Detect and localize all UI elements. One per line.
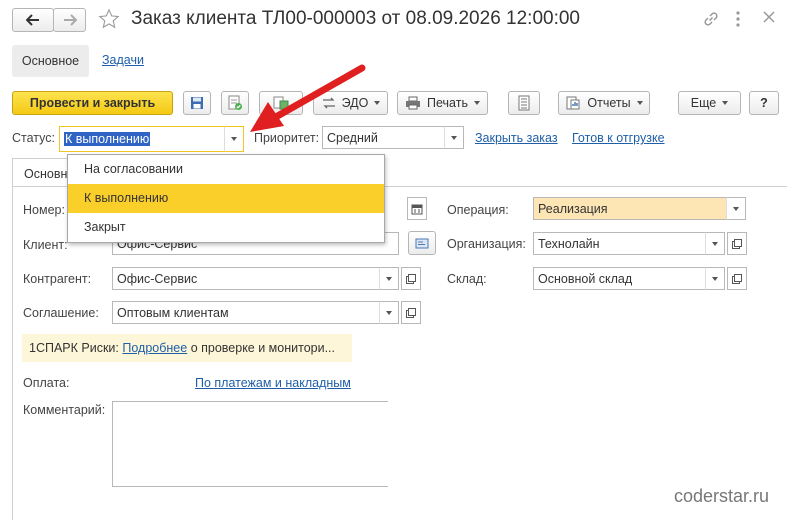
priority-dropdown-button[interactable] bbox=[444, 126, 464, 149]
star-icon bbox=[98, 8, 120, 29]
tab-main[interactable]: Основное bbox=[12, 45, 89, 77]
open-icon bbox=[406, 307, 416, 318]
organization-open-button[interactable] bbox=[727, 232, 747, 255]
agreement-label: Соглашение: bbox=[23, 306, 99, 320]
report-icon bbox=[566, 96, 580, 110]
spark-details-link[interactable]: Подробнее bbox=[122, 341, 187, 355]
reports-label: Отчеты bbox=[587, 96, 631, 110]
card-icon bbox=[415, 238, 429, 248]
close-button[interactable] bbox=[762, 10, 780, 28]
payment-link[interactable]: По платежам и накладным bbox=[195, 376, 351, 390]
copy-link-button[interactable] bbox=[702, 10, 720, 28]
operation-dropdown-button[interactable] bbox=[726, 197, 746, 220]
organization-label: Организация: bbox=[447, 237, 526, 251]
forward-button[interactable] bbox=[53, 8, 86, 32]
agreement-field[interactable]: Оптовым клиентам bbox=[112, 301, 380, 324]
agreement-open-button[interactable] bbox=[401, 301, 421, 324]
warehouse-open-button[interactable] bbox=[727, 267, 747, 290]
number-label: Номер: bbox=[23, 203, 65, 217]
organization-dropdown-button[interactable] bbox=[705, 232, 725, 255]
comment-label: Комментарий: bbox=[23, 403, 106, 417]
organization-field[interactable]: Технолайн bbox=[533, 232, 706, 255]
favorite-star[interactable] bbox=[98, 8, 122, 32]
link-icon bbox=[704, 12, 718, 26]
counterparty-label: Контрагент: bbox=[23, 272, 92, 286]
operation-label: Операция: bbox=[447, 203, 509, 217]
client-card-button[interactable] bbox=[408, 231, 436, 255]
tab-tasks[interactable]: Задачи bbox=[102, 53, 144, 67]
close-order-link[interactable]: Закрыть заказ bbox=[475, 131, 558, 145]
more-menu-button[interactable] bbox=[735, 10, 747, 28]
status-option-label: К выполнению bbox=[84, 191, 169, 205]
back-button[interactable] bbox=[12, 8, 54, 32]
status-dropdown-list: На согласовании К выполнению Закрыт bbox=[67, 154, 385, 243]
close-icon bbox=[763, 11, 775, 23]
open-icon bbox=[732, 238, 742, 249]
help-button[interactable]: ? bbox=[749, 91, 779, 115]
counterparty-value: Офис-Сервис bbox=[117, 271, 198, 286]
chevron-down-icon bbox=[473, 101, 480, 105]
print-button[interactable]: Печать bbox=[397, 91, 488, 115]
agreement-dropdown-button[interactable] bbox=[379, 301, 399, 324]
back-arrow-icon bbox=[26, 14, 39, 26]
watermark-text: coderstar.ru bbox=[674, 486, 770, 506]
more-actions-label: Еще bbox=[690, 96, 717, 110]
help-label: ? bbox=[760, 96, 768, 110]
journal-button[interactable] bbox=[508, 91, 540, 115]
counterparty-field[interactable]: Офис-Сервис bbox=[112, 267, 380, 290]
status-label: Статус: bbox=[12, 131, 55, 145]
warehouse-field[interactable]: Основной склад bbox=[533, 267, 706, 290]
date-picker-button[interactable] bbox=[407, 197, 427, 220]
warehouse-dropdown-button[interactable] bbox=[705, 267, 725, 290]
counterparty-dropdown-button[interactable] bbox=[379, 267, 399, 290]
organization-value: Технолайн bbox=[538, 236, 600, 251]
post-and-close-button[interactable]: Провести и закрыть bbox=[12, 91, 173, 115]
operation-value: Реализация bbox=[538, 201, 608, 216]
status-option-label: Закрыт bbox=[84, 220, 126, 234]
counterparty-open-button[interactable] bbox=[401, 267, 421, 290]
save-button[interactable] bbox=[183, 91, 211, 115]
window-title: Заказ клиента ТЛ00-000003 от 08.09.2026 … bbox=[131, 8, 580, 29]
more-icon bbox=[736, 11, 740, 27]
client-label: Клиент: bbox=[23, 238, 68, 252]
more-actions-button[interactable]: Еще bbox=[678, 91, 741, 115]
chevron-down-icon bbox=[722, 101, 729, 105]
status-option-approval[interactable]: На согласовании bbox=[68, 155, 384, 184]
post-and-close-label: Провести и закрыть bbox=[29, 96, 156, 110]
open-icon bbox=[406, 273, 416, 284]
warehouse-value: Основной склад bbox=[538, 271, 633, 286]
forward-arrow-icon bbox=[63, 14, 77, 26]
status-option-label: На согласовании bbox=[84, 162, 183, 176]
spark-suffix: о проверке и монитори... bbox=[190, 341, 335, 355]
calendar-icon bbox=[411, 204, 423, 214]
status-option-closed[interactable]: Закрыт bbox=[68, 213, 384, 242]
status-value: К выполнению bbox=[64, 132, 151, 146]
tab-main-label: Основное bbox=[21, 54, 80, 68]
list-document-icon bbox=[518, 95, 530, 111]
reports-button[interactable]: Отчеты bbox=[558, 91, 650, 115]
operation-field[interactable]: Реализация bbox=[533, 197, 727, 220]
payment-label: Оплата: bbox=[23, 376, 70, 390]
annotation-arrow-icon bbox=[250, 64, 366, 132]
status-field[interactable]: К выполнению bbox=[59, 126, 226, 152]
print-label: Печать bbox=[427, 96, 468, 110]
comment-textarea[interactable] bbox=[112, 401, 388, 487]
spark-banner: 1СПАРК Риски: Подробнее о проверке и мон… bbox=[22, 334, 352, 362]
save-icon bbox=[191, 97, 203, 109]
spark-prefix: 1СПАРК Риски: bbox=[29, 341, 119, 355]
status-option-to-execute[interactable]: К выполнению bbox=[68, 184, 384, 213]
open-icon bbox=[732, 273, 742, 284]
ready-to-ship-link[interactable]: Готов к отгрузке bbox=[572, 131, 665, 145]
warehouse-label: Склад: bbox=[447, 272, 487, 286]
printer-icon bbox=[406, 96, 421, 110]
chevron-down-icon bbox=[636, 101, 643, 105]
agreement-value: Оптовым клиентам bbox=[117, 305, 229, 320]
